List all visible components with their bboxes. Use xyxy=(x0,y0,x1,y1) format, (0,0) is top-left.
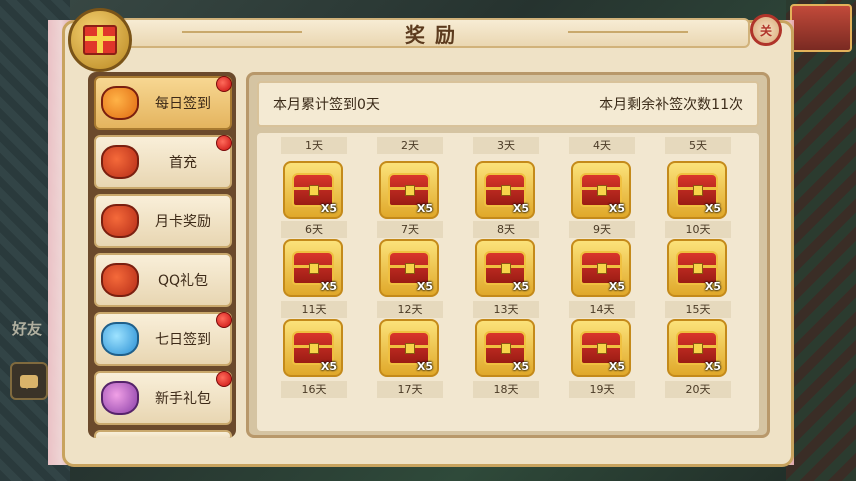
chat-button[interactable] xyxy=(10,362,48,400)
title-ornament-right xyxy=(568,31,688,33)
gift-bag-icon xyxy=(98,199,142,243)
sign-in-content: 本月累计签到0天 本月剩余补签次数11次 1天 X5 2天 X5 3天 X5 4天 X5 5天 X… xyxy=(246,72,770,438)
title-ornament-left xyxy=(182,31,302,33)
reward-chest-button[interactable]: X5 xyxy=(379,319,439,377)
reward-quantity: X5 xyxy=(704,280,721,293)
reward-quantity: X5 xyxy=(320,360,337,373)
sidebar: 每日签到首充月卡奖励 QQ礼包七日签到新手礼包 xyxy=(88,72,236,438)
sidebar-item-label: 首充 xyxy=(169,155,197,171)
reward-chest-button[interactable]: X5 xyxy=(379,161,439,219)
reward-quantity: X5 xyxy=(512,280,529,293)
reward-quantity: X5 xyxy=(608,280,625,293)
day-label: 11天 xyxy=(281,301,347,318)
notification-dot xyxy=(216,135,232,151)
reward-chest-button[interactable]: X5 xyxy=(475,161,535,219)
sidebar-item[interactable]: 月卡奖励 xyxy=(94,194,232,248)
purple-bag-icon xyxy=(98,376,142,420)
reward-chest-button[interactable]: X5 xyxy=(475,239,535,297)
day-label: 9天 xyxy=(569,221,635,238)
day-label: 7天 xyxy=(377,221,443,238)
reward-quantity: X5 xyxy=(608,202,625,215)
sidebar-item-partial[interactable] xyxy=(94,430,232,438)
close-button[interactable]: 关 xyxy=(750,14,782,46)
day-label: 1天 xyxy=(281,137,347,154)
gift-bag-icon xyxy=(98,258,142,302)
reward-chest-button[interactable]: X5 xyxy=(667,161,727,219)
reward-quantity: X5 xyxy=(704,360,721,373)
sidebar-item-label: QQ礼包 xyxy=(157,273,209,289)
reward-chest-button[interactable]: X5 xyxy=(475,319,535,377)
day-label: 14天 xyxy=(569,301,635,318)
reward-chest-button[interactable]: X5 xyxy=(379,239,439,297)
sidebar-item[interactable]: QQ礼包 xyxy=(94,253,232,307)
gift-bag-icon xyxy=(98,140,142,184)
sign-in-info-bar: 本月累计签到0天 本月剩余补签次数11次 xyxy=(257,81,759,127)
notification-dot xyxy=(216,76,232,92)
sidebar-item-label: 七日签到 xyxy=(155,332,211,348)
reward-quantity: X5 xyxy=(320,280,337,293)
reward-chest-button[interactable]: X5 xyxy=(283,319,343,377)
reward-chest-button[interactable]: X5 xyxy=(571,161,631,219)
sidebar-item[interactable]: 每日签到 xyxy=(94,76,232,130)
title-bar: 奖励 xyxy=(120,18,750,48)
day-label: 20天 xyxy=(665,381,731,398)
reward-quantity: X5 xyxy=(416,280,433,293)
day-label: 15天 xyxy=(665,301,731,318)
sidebar-item-label: 新手礼包 xyxy=(155,391,211,407)
reward-chest-button[interactable]: X5 xyxy=(283,239,343,297)
day-label: 6天 xyxy=(281,221,347,238)
signed-days-text: 本月累计签到0天 xyxy=(273,97,380,113)
reward-quantity: X5 xyxy=(512,360,529,373)
chat-icon xyxy=(20,374,38,389)
gift-box-icon xyxy=(68,8,132,72)
day-label: 17天 xyxy=(377,381,443,398)
sidebar-item[interactable]: 首充 xyxy=(94,135,232,189)
reward-chest-button[interactable]: X5 xyxy=(571,319,631,377)
day-label: 4天 xyxy=(569,137,635,154)
coin-bag-icon xyxy=(98,81,142,125)
day-label: 3天 xyxy=(473,137,539,154)
sidebar-item[interactable]: 七日签到 xyxy=(94,312,232,366)
day-label: 12天 xyxy=(377,301,443,318)
day-label: 16天 xyxy=(281,381,347,398)
notification-dot xyxy=(216,371,232,387)
reward-chest-button[interactable]: X5 xyxy=(667,239,727,297)
sidebar-item[interactable]: 新手礼包 xyxy=(94,371,232,425)
day-label: 13天 xyxy=(473,301,539,318)
reward-chest-button[interactable]: X5 xyxy=(571,239,631,297)
reward-quantity: X5 xyxy=(608,360,625,373)
reward-quantity: X5 xyxy=(512,202,529,215)
crystal-bag-icon xyxy=(98,317,142,361)
reward-chest-button[interactable]: X5 xyxy=(667,319,727,377)
day-label: 5天 xyxy=(665,137,731,154)
notification-dot xyxy=(216,312,232,328)
reward-chest-button[interactable]: X5 xyxy=(283,161,343,219)
sidebar-item-label: 每日签到 xyxy=(155,96,211,112)
day-label: 2天 xyxy=(377,137,443,154)
close-button-label: 关 xyxy=(759,23,772,38)
reward-grid: 1天 X5 2天 X5 3天 X5 4天 X5 5天 X5 6天 X5 7天 X5 8天 X5 9天 X5 10天 X… xyxy=(257,133,759,431)
friends-label[interactable]: 好友 xyxy=(12,318,42,339)
reward-quantity: X5 xyxy=(416,360,433,373)
avatar[interactable] xyxy=(790,4,852,52)
day-label: 18天 xyxy=(473,381,539,398)
day-label: 8天 xyxy=(473,221,539,238)
background-building-right xyxy=(786,0,856,481)
remaining-makeup-text: 本月剩余补签次数11次 xyxy=(599,97,743,113)
reward-quantity: X5 xyxy=(704,202,721,215)
reward-quantity: X5 xyxy=(320,202,337,215)
day-label: 19天 xyxy=(569,381,635,398)
sidebar-item-label: 月卡奖励 xyxy=(155,214,211,230)
day-label: 10天 xyxy=(665,221,731,238)
reward-quantity: X5 xyxy=(416,202,433,215)
page-title: 奖励 xyxy=(405,22,465,47)
